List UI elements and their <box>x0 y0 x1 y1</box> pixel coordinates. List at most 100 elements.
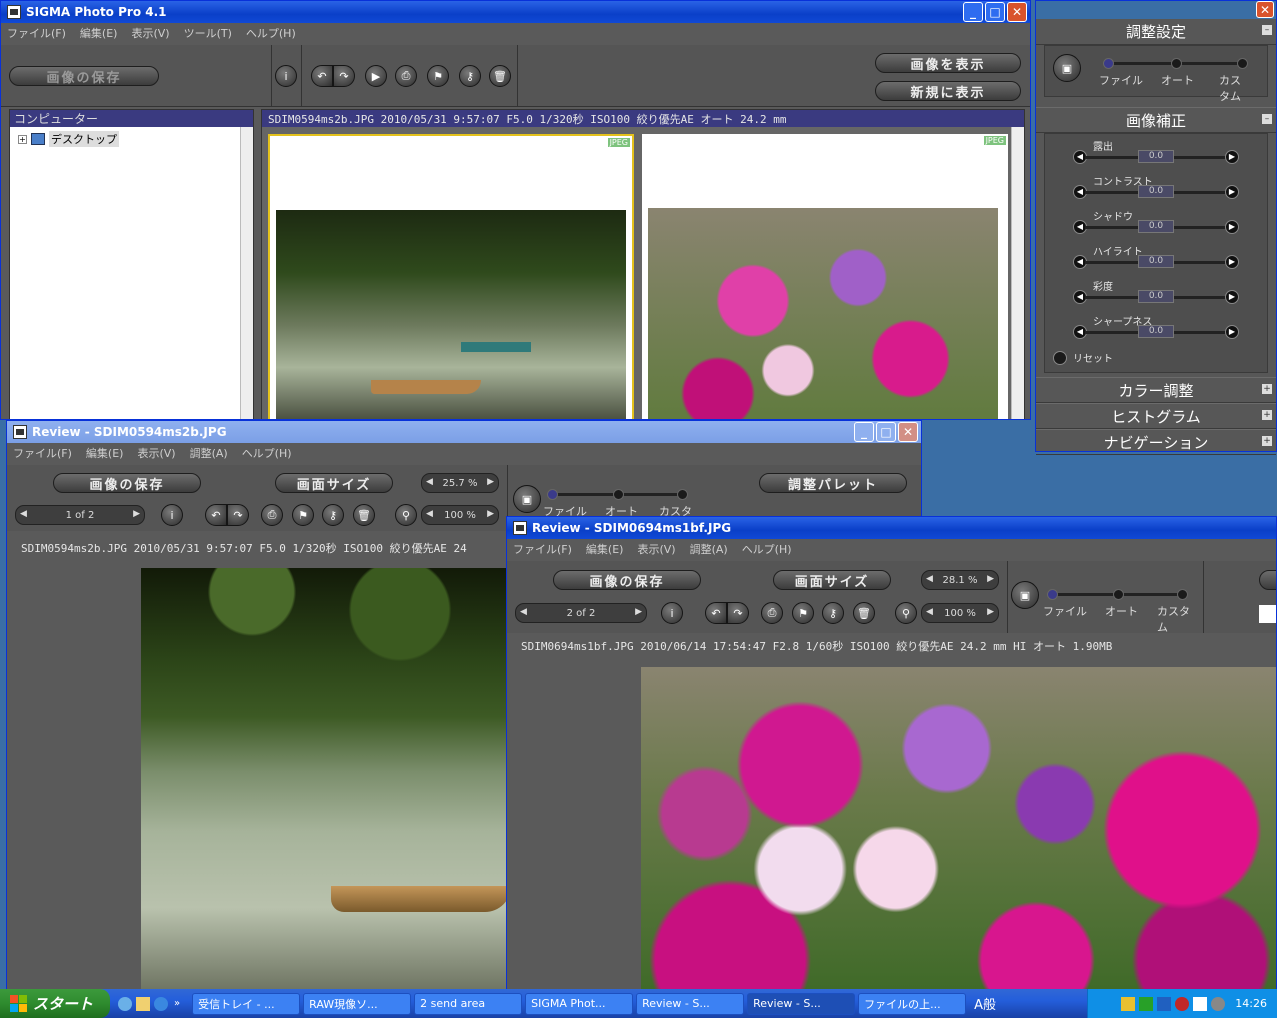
sharpness-slider[interactable]: シャープネス ◀ 0.0 ▶ <box>1045 313 1267 343</box>
page-navigator[interactable]: ◀ 1 of 2 ▶ <box>15 505 145 525</box>
expand-icon[interactable]: + <box>1262 436 1272 446</box>
minimize-button[interactable]: _ <box>963 2 983 22</box>
trash-icon[interactable]: 🗑 <box>489 65 511 87</box>
exposure-slider[interactable]: 露出 ◀ 0.0 ▶ <box>1045 138 1267 168</box>
mode-slider-knob[interactable] <box>1047 589 1058 600</box>
print-icon[interactable]: ⎙ <box>395 65 417 87</box>
taskbar-item-raw[interactable]: RAW現像ソ... <box>303 992 412 1015</box>
key-icon[interactable]: ⚷ <box>322 504 344 526</box>
start-button[interactable]: スタート <box>0 989 110 1018</box>
mode-slider-knob[interactable] <box>1103 58 1114 69</box>
info-button[interactable]: i <box>275 65 297 87</box>
zoom-icon[interactable]: ⚲ <box>395 504 417 526</box>
menu-adjust[interactable]: 調整(A) <box>190 445 228 461</box>
volume-icon[interactable] <box>1211 996 1226 1011</box>
collapse-icon[interactable]: – <box>1262 114 1272 124</box>
tray-icon-3[interactable] <box>1157 996 1172 1011</box>
save-image-button[interactable]: 画像の保存 <box>553 570 701 590</box>
taskbar-item-send-area[interactable]: 2 send area <box>414 992 523 1015</box>
menu-file[interactable]: ファイル(F) <box>513 541 572 557</box>
print-icon[interactable]: ⎙ <box>261 504 283 526</box>
tray-icon-2[interactable] <box>1139 996 1154 1011</box>
taskbar-item-inbox[interactable]: 受信トレイ - ... <box>192 992 301 1015</box>
close-button[interactable]: ✕ <box>898 422 918 442</box>
mode-slider[interactable]: ファイル オート カスタム <box>1043 581 1195 634</box>
menu-file[interactable]: ファイル(F) <box>13 445 72 461</box>
zoom-stepper[interactable]: ◀ 28.1 % ▶ <box>921 570 999 590</box>
save-image-button[interactable]: 画像の保存 <box>9 66 159 86</box>
contrast-slider[interactable]: コントラスト ◀ 0.0 ▶ <box>1045 173 1267 203</box>
show-image-button[interactable]: 画像を表示 <box>875 53 1021 73</box>
chevron-icon[interactable]: » <box>174 998 180 1009</box>
tray-icon-1[interactable] <box>1121 996 1136 1011</box>
palette-field[interactable] <box>1259 605 1276 623</box>
close-button[interactable]: ✕ <box>1007 2 1027 22</box>
highlight-slider[interactable]: ハイライト ◀ 0.0 ▶ <box>1045 243 1267 273</box>
key-icon[interactable]: ⚷ <box>459 65 481 87</box>
color-adjust-header[interactable]: カラー調整 + <box>1036 377 1276 403</box>
key-icon[interactable]: ⚷ <box>822 602 844 624</box>
flag-icon[interactable]: ⚑ <box>292 504 314 526</box>
collapse-icon[interactable]: – <box>1262 25 1272 35</box>
mode-slider[interactable]: ファイル オート カスタム <box>1099 50 1251 103</box>
palette-close-button[interactable]: ✕ <box>1256 1 1274 18</box>
taskbar-item-files[interactable]: ファイルの上... <box>858 992 967 1015</box>
menu-edit[interactable]: 編集(E) <box>586 541 624 557</box>
zoom-stepper[interactable]: ◀ 25.7 % ▶ <box>421 473 499 493</box>
tree-item-desktop[interactable]: + デスクトップ <box>18 131 119 147</box>
expand-icon[interactable]: + <box>1262 410 1272 420</box>
trash-icon[interactable]: 🗑 <box>853 602 875 624</box>
taskbar-item-sigma[interactable]: SIGMA Phot... <box>525 992 634 1015</box>
navigation-header[interactable]: ナビゲーション + <box>1036 429 1276 455</box>
menu-file[interactable]: ファイル(F) <box>7 25 66 41</box>
main-titlebar[interactable]: SIGMA Photo Pro 4.1 _ □ ✕ <box>1 1 1030 23</box>
rotate-left-icon[interactable]: ↶ <box>311 65 333 87</box>
saturation-slider[interactable]: 彩度 ◀ 0.0 ▶ <box>1045 278 1267 308</box>
ime-indicator[interactable]: A般 <box>974 994 996 1013</box>
histogram-header[interactable]: ヒストグラム + <box>1036 403 1276 429</box>
adjust-palette-button[interactable]: 調整パレット <box>759 473 907 493</box>
minimize-button[interactable]: _ <box>854 422 874 442</box>
rotate-left-icon[interactable]: ↶ <box>205 504 227 526</box>
trash-icon[interactable]: 🗑 <box>353 504 375 526</box>
taskbar-item-review1[interactable]: Review - S... <box>636 992 745 1015</box>
ie-icon[interactable] <box>154 996 168 1011</box>
adjust-palette-button-partial[interactable] <box>1259 570 1276 590</box>
rotate-right-icon[interactable]: ↷ <box>727 602 749 624</box>
desktop-icon[interactable] <box>118 996 132 1011</box>
maximize-button[interactable]: □ <box>876 422 896 442</box>
rotate-right-icon[interactable]: ↷ <box>227 504 249 526</box>
shadow-slider[interactable]: シャドウ ◀ 0.0 ▶ <box>1045 208 1267 238</box>
menu-tools[interactable]: ツール(T) <box>184 25 232 41</box>
menu-edit[interactable]: 編集(E) <box>86 445 124 461</box>
clock[interactable]: 14:26 <box>1235 997 1267 1010</box>
menu-edit[interactable]: 編集(E) <box>80 25 118 41</box>
expand-icon[interactable]: + <box>1262 384 1272 394</box>
slideshow-icon[interactable]: ▶ <box>365 65 387 87</box>
taskbar-item-review2[interactable]: Review - S... <box>747 992 856 1015</box>
menu-adjust[interactable]: 調整(A) <box>690 541 728 557</box>
zoom-percent-stepper[interactable]: ◀ 100 % ▶ <box>921 603 999 623</box>
flag-icon[interactable]: ⚑ <box>792 602 814 624</box>
expand-icon[interactable]: + <box>18 134 27 144</box>
save-image-button[interactable]: 画像の保存 <box>53 473 201 493</box>
rotate-right-icon[interactable]: ↷ <box>333 65 355 87</box>
menu-view[interactable]: 表示(V) <box>637 541 675 557</box>
print-icon[interactable]: ⎙ <box>761 602 783 624</box>
maximize-button[interactable]: □ <box>985 2 1005 22</box>
info-button[interactable]: i <box>161 504 183 526</box>
review2-titlebar[interactable]: Review - SDIM0694ms1bf.JPG <box>507 517 1276 539</box>
mode-slider-knob[interactable] <box>547 489 558 500</box>
zoom-percent-stepper[interactable]: ◀ 100 % ▶ <box>421 505 499 525</box>
thumbnail-scrollbar[interactable] <box>1011 127 1024 419</box>
menu-help[interactable]: ヘルプ(H) <box>246 25 296 41</box>
info-button[interactable]: i <box>661 602 683 624</box>
thumbnail-flower[interactable]: JPEG <box>642 134 1008 419</box>
folder-icon[interactable] <box>136 996 150 1011</box>
reset-button[interactable]: リセット <box>1053 350 1113 365</box>
screen-size-button[interactable]: 画面サイズ <box>773 570 891 590</box>
mode-custom[interactable]: カスタム <box>1219 72 1251 104</box>
tree-scrollbar[interactable] <box>240 127 253 419</box>
screen-size-button[interactable]: 画面サイズ <box>275 473 393 493</box>
zoom-icon[interactable]: ⚲ <box>895 602 917 624</box>
